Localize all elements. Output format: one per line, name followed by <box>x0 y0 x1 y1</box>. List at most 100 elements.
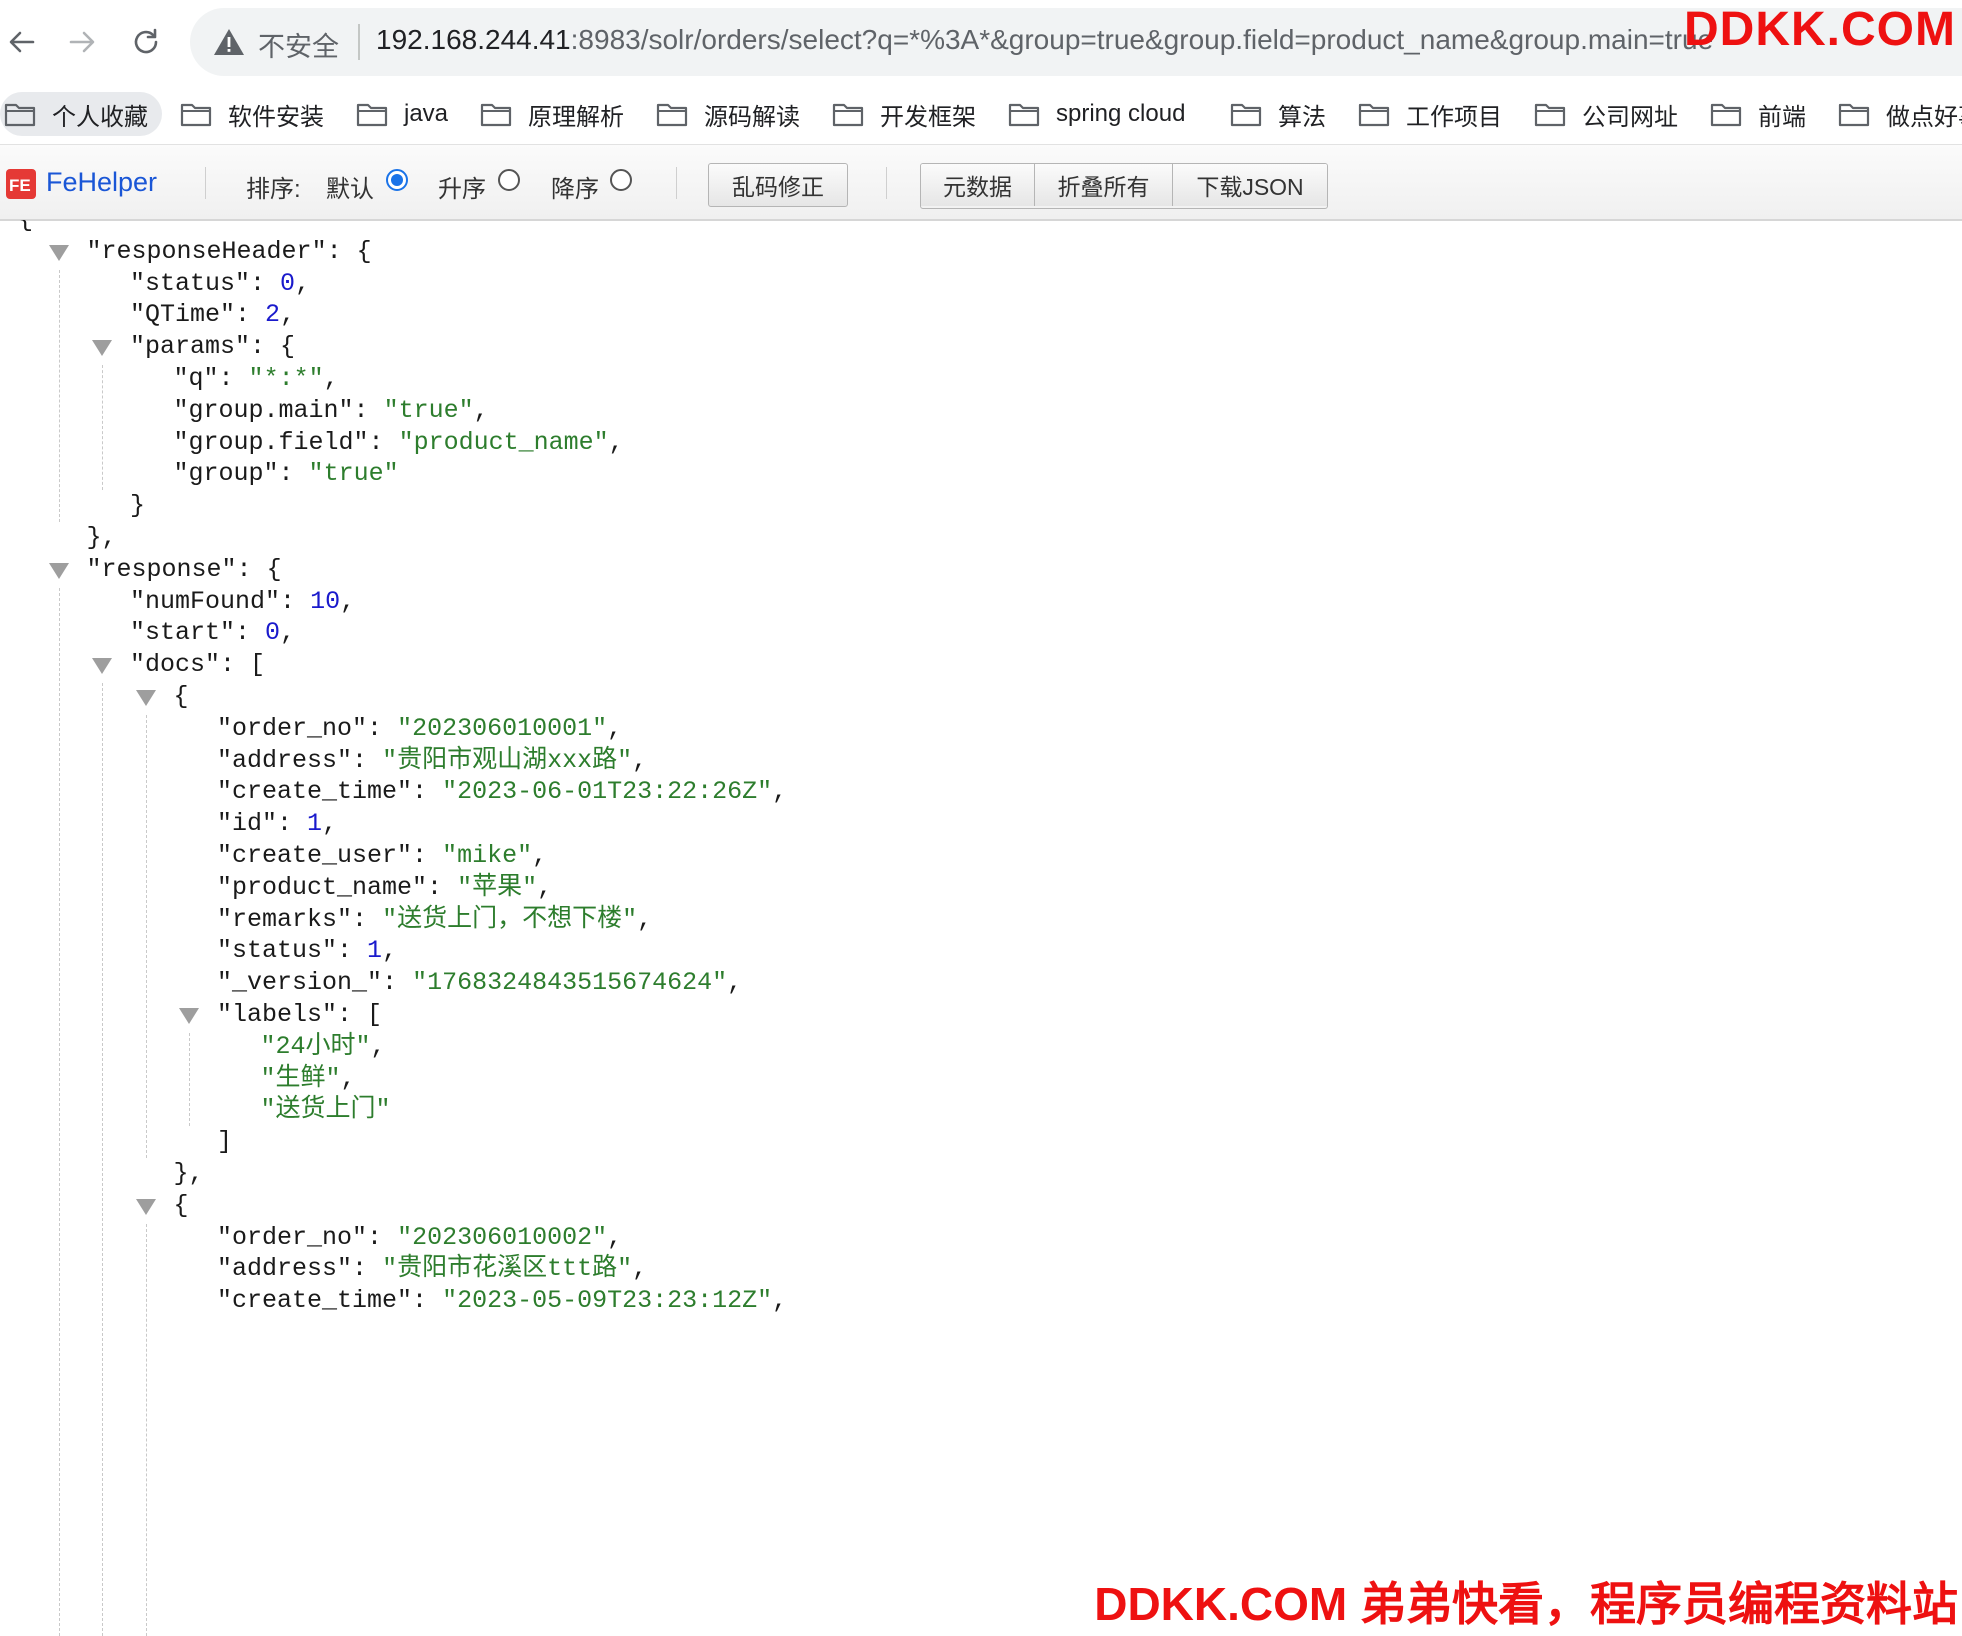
json-quote: " <box>397 713 413 743</box>
bookmark-item[interactable]: 开发框架 <box>828 92 976 136</box>
bookmark-label: java <box>404 100 449 127</box>
bookmark-item[interactable]: 做点好事 <box>1834 92 1962 136</box>
json-key: status <box>145 268 236 298</box>
bookmark-label: spring cloud <box>1056 100 1186 127</box>
json-quote: " <box>173 364 189 393</box>
collapse-toggle-icon[interactable] <box>135 1198 156 1215</box>
bookmark-item[interactable]: spring cloud <box>1004 92 1185 136</box>
collapse-all-button[interactable]: 折叠所有 <box>1035 164 1173 206</box>
collapse-toggle-icon[interactable] <box>92 658 112 675</box>
toolbar-divider <box>886 167 887 199</box>
json-quote: " <box>260 1095 276 1125</box>
json-quote: " <box>593 427 609 457</box>
collapse-toggle-icon[interactable] <box>135 690 156 706</box>
json-string-value: 2023-05-09T23:23:12Z <box>457 1286 758 1316</box>
collapse-toggle-icon[interactable] <box>48 244 69 261</box>
json-string-value: 202306010001 <box>412 713 593 743</box>
json-string-value: 贵阳市观山湖xxx路 <box>397 745 618 775</box>
json-key: responseHeader <box>101 236 312 266</box>
json-string-value: 生鲜 <box>275 1063 326 1093</box>
json-quote: " <box>617 745 633 775</box>
sort-asc-radio[interactable] <box>498 169 520 191</box>
json-colon: ": <box>353 427 399 457</box>
bookmark-item[interactable]: 算法 <box>1226 92 1326 136</box>
fix-encoding-button[interactable]: 乱码修正 <box>708 163 848 207</box>
forward-button[interactable] <box>60 20 104 64</box>
json-comma: , <box>532 841 548 870</box>
folder-icon <box>180 103 212 127</box>
collapse-toggle-icon[interactable] <box>48 562 69 579</box>
warning-triangle-icon <box>214 29 244 55</box>
json-quote: " <box>308 459 324 489</box>
json-line: "product_name": "苹果", <box>217 872 552 904</box>
json-key: order_no <box>232 1222 353 1252</box>
json-string-value: 24小时 <box>275 1031 356 1061</box>
fehelper-logo-icon: FE <box>6 169 36 199</box>
sort-desc-label[interactable]: 降序 <box>551 169 599 204</box>
bookmark-item[interactable]: 前端 <box>1706 92 1806 136</box>
bookmark-item[interactable]: 工作项目 <box>1354 92 1502 136</box>
security-status-label[interactable]: 不安全 <box>258 25 339 64</box>
json-line: "_version_": "1768324843515674624", <box>217 967 742 999</box>
download-json-button[interactable]: 下载JSON <box>1173 164 1327 206</box>
json-actions-group: 元数据 折叠所有 下载JSON <box>920 163 1328 209</box>
json-number-value: 0 <box>265 618 281 648</box>
json-string-value: 2023-06-01T23:22:26Z <box>457 777 758 807</box>
json-comma: , <box>473 395 489 425</box>
bookmark-item[interactable]: 软件安装 <box>176 92 324 136</box>
fehelper-brand[interactable]: FeHelper <box>46 167 157 198</box>
json-colon: ": <box>263 459 309 489</box>
json-key: id <box>232 809 263 839</box>
json-key: q <box>188 364 204 393</box>
indent-guide <box>102 365 103 491</box>
json-colon: ": <box>265 586 311 616</box>
bookmark-label: 个人收藏 <box>52 103 148 131</box>
json-quote: " <box>442 1286 458 1316</box>
json-key: order_no <box>232 713 353 743</box>
collapse-toggle-icon[interactable] <box>92 340 112 357</box>
json-line: "送货上门" <box>261 1094 391 1126</box>
json-key: start <box>145 618 221 648</box>
json-line: "create_time": "2023-06-01T23:22:26Z", <box>217 776 787 808</box>
back-arrow-icon <box>9 31 35 53</box>
bookmark-item[interactable]: 公司网址 <box>1530 92 1678 136</box>
json-key: group.main <box>188 395 339 425</box>
indent-guide <box>58 269 60 522</box>
json-line: "numFound": 10, <box>130 586 355 618</box>
json-string-value: true <box>398 395 459 425</box>
json-comma: , <box>382 936 398 966</box>
bookmark-item[interactable]: 源码解读 <box>652 92 800 136</box>
bookmark-item[interactable]: 个人收藏 <box>0 92 162 136</box>
json-quote: " <box>308 364 324 393</box>
json-colon: ": <box>205 650 251 680</box>
json-quote: " <box>130 586 146 616</box>
json-comma: , <box>727 968 743 998</box>
metadata-button[interactable]: 元数据 <box>921 164 1035 206</box>
json-open-bracket: { <box>266 554 282 584</box>
json-string-value: 贵阳市花溪区ttt路 <box>397 1254 618 1284</box>
folder-icon <box>480 103 512 127</box>
url-text[interactable]: 192.168.244.41:8983/solr/orders/select?q… <box>376 24 1713 56</box>
back-button[interactable] <box>0 20 44 64</box>
json-open-bracket: [ <box>250 650 266 680</box>
collapse-toggle-icon[interactable] <box>179 1008 199 1024</box>
json-number-value: 2 <box>265 300 281 330</box>
sort-asc-label[interactable]: 升序 <box>438 169 486 204</box>
json-open-bracket: { <box>173 1190 189 1220</box>
json-colon: ": <box>311 236 357 266</box>
json-key: create_time <box>232 1286 398 1316</box>
json-quote: " <box>217 968 233 998</box>
json-line: "status": 0, <box>130 268 310 300</box>
sort-desc-radio[interactable] <box>610 169 632 191</box>
json-quote: " <box>458 395 474 425</box>
sort-default-radio[interactable] <box>386 169 408 191</box>
indent-guide <box>145 1223 147 1636</box>
bookmark-item[interactable]: java <box>352 92 448 136</box>
json-number-value: 10 <box>310 586 341 616</box>
folder-icon <box>356 103 388 127</box>
bookmark-label: 公司网址 <box>1582 103 1678 131</box>
sort-default-label[interactable]: 默认 <box>326 169 374 204</box>
bookmark-item[interactable]: 原理解析 <box>476 92 624 136</box>
json-line: "start": 0, <box>130 617 295 649</box>
reload-button[interactable] <box>124 20 168 64</box>
